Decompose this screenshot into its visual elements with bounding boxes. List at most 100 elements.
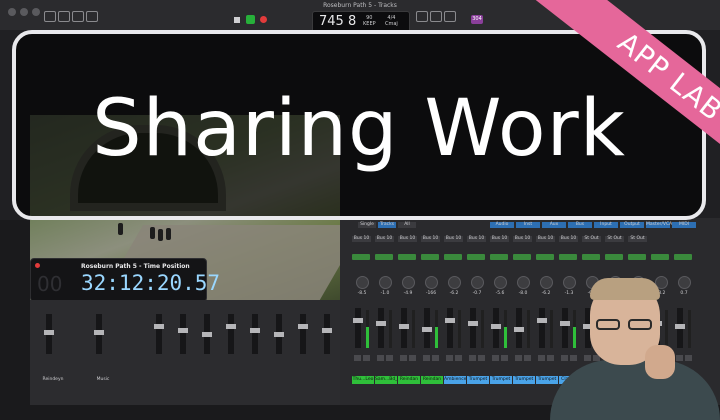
fader-cap[interactable] bbox=[226, 324, 236, 329]
send-slot[interactable]: Bus 10 bbox=[559, 236, 578, 242]
time-position-window[interactable]: Roseburn Path 5 - Time Position 00 32:12… bbox=[30, 258, 220, 302]
send-slot[interactable]: Bus 10 bbox=[375, 236, 394, 242]
plugin-slot[interactable] bbox=[421, 254, 439, 260]
mixer-view-tab[interactable]: All bbox=[398, 222, 416, 228]
mute-button[interactable] bbox=[400, 355, 407, 361]
solo-button[interactable] bbox=[432, 355, 439, 361]
mixer-filter-tab[interactable]: Aux bbox=[542, 222, 566, 228]
send-slot[interactable]: St Out bbox=[582, 236, 601, 242]
close-window-icon[interactable] bbox=[8, 8, 16, 16]
pan-knob[interactable] bbox=[448, 276, 461, 289]
mixer-filter-tab[interactable]: Bus bbox=[568, 222, 592, 228]
plugin-slot[interactable] bbox=[398, 254, 416, 260]
library-icon[interactable] bbox=[44, 11, 56, 22]
pan-knob[interactable] bbox=[517, 276, 530, 289]
channel-name[interactable]: Ambience bbox=[444, 376, 466, 384]
fader-cap[interactable] bbox=[399, 324, 409, 329]
solo-button[interactable] bbox=[501, 355, 508, 361]
mixer-view-tab[interactable]: Tracks bbox=[378, 222, 396, 228]
send-slot[interactable]: Bus 10 bbox=[444, 236, 463, 242]
pan-knob[interactable] bbox=[425, 276, 438, 289]
plugin-slot[interactable] bbox=[444, 254, 462, 260]
channel-name[interactable]: Reindeyn bbox=[38, 376, 68, 384]
mixer-view-tab[interactable]: Single bbox=[358, 222, 376, 228]
pan-knob[interactable] bbox=[379, 276, 392, 289]
solo-button[interactable] bbox=[363, 355, 370, 361]
plugin-slot[interactable] bbox=[352, 254, 370, 260]
mute-button[interactable] bbox=[423, 355, 430, 361]
plugin-slot[interactable] bbox=[559, 254, 577, 260]
plugin-slot[interactable] bbox=[582, 254, 600, 260]
mixer-filter-tab[interactable]: Master/VCA bbox=[646, 222, 672, 228]
send-slot[interactable]: St Out bbox=[628, 236, 647, 242]
close-icon[interactable] bbox=[35, 263, 40, 268]
send-slot[interactable]: Bus 10 bbox=[467, 236, 486, 242]
smart-controls-icon[interactable] bbox=[86, 11, 98, 22]
fader-cap[interactable] bbox=[514, 327, 524, 332]
mute-button[interactable] bbox=[354, 355, 361, 361]
channel-name[interactable]: Reindan bbox=[421, 376, 443, 384]
send-slot[interactable]: Bus 10 bbox=[352, 236, 371, 242]
plugin-slot[interactable] bbox=[467, 254, 485, 260]
plugin-slot[interactable] bbox=[513, 254, 531, 260]
pan-knob[interactable] bbox=[494, 276, 507, 289]
send-slot[interactable]: St Out bbox=[605, 236, 624, 242]
fader-cap[interactable] bbox=[445, 318, 455, 323]
fader-cap[interactable] bbox=[274, 332, 284, 337]
inspector-icon[interactable] bbox=[58, 11, 70, 22]
toolbar-icon[interactable] bbox=[72, 11, 84, 22]
channel-name[interactable]: Music bbox=[88, 376, 118, 384]
solo-button[interactable] bbox=[386, 355, 393, 361]
fader-cap[interactable] bbox=[422, 327, 432, 332]
channel-name[interactable]: Trumpet bbox=[490, 376, 512, 384]
fader-cap[interactable] bbox=[250, 328, 260, 333]
solo-button[interactable] bbox=[455, 355, 462, 361]
plugin-slot[interactable] bbox=[490, 254, 508, 260]
fader-cap[interactable] bbox=[322, 328, 332, 333]
pan-knob[interactable] bbox=[471, 276, 484, 289]
solo-button[interactable] bbox=[478, 355, 485, 361]
mixer-filter-tab[interactable]: Output bbox=[620, 222, 644, 228]
mute-button[interactable] bbox=[492, 355, 499, 361]
channel-name[interactable]: Reindan bbox=[398, 376, 420, 384]
pan-knob[interactable] bbox=[402, 276, 415, 289]
send-slot[interactable]: Bus 10 bbox=[490, 236, 509, 242]
volume-fader[interactable] bbox=[300, 314, 306, 354]
volume-fader[interactable] bbox=[447, 308, 453, 348]
fader-cap[interactable] bbox=[94, 330, 104, 335]
volume-fader[interactable] bbox=[378, 308, 384, 348]
volume-fader[interactable] bbox=[324, 314, 330, 354]
volume-fader[interactable] bbox=[228, 314, 234, 354]
stop-button[interactable] bbox=[234, 17, 240, 23]
send-slot[interactable]: Bus 10 bbox=[398, 236, 417, 242]
tuner-icon[interactable] bbox=[430, 11, 442, 22]
channel-name[interactable]: Trumpet bbox=[513, 376, 535, 384]
plugin-slot[interactable] bbox=[628, 254, 646, 260]
fader-cap[interactable] bbox=[468, 321, 478, 326]
fader-cap[interactable] bbox=[44, 330, 54, 335]
mute-button[interactable] bbox=[446, 355, 453, 361]
mixer-filter-tab[interactable]: Audio bbox=[490, 222, 514, 228]
solo-icon[interactable] bbox=[444, 11, 456, 22]
solo-button[interactable] bbox=[524, 355, 531, 361]
fader-cap[interactable] bbox=[353, 318, 363, 323]
send-slot[interactable]: Bus 10 bbox=[536, 236, 555, 242]
plugin-slot[interactable] bbox=[674, 254, 692, 260]
plugin-slot[interactable] bbox=[605, 254, 623, 260]
fader-cap[interactable] bbox=[178, 328, 188, 333]
play-button[interactable] bbox=[246, 15, 255, 24]
fader-cap[interactable] bbox=[491, 324, 501, 329]
mixer-filter-tab[interactable]: Inst bbox=[516, 222, 540, 228]
fader-cap[interactable] bbox=[154, 324, 164, 329]
minimize-window-icon[interactable] bbox=[20, 8, 28, 16]
mixer-filter-tab[interactable]: MIDI bbox=[672, 222, 696, 228]
plugin-slot[interactable] bbox=[375, 254, 393, 260]
cpu-badge[interactable]: 304 bbox=[471, 15, 483, 24]
volume-fader[interactable] bbox=[355, 308, 361, 348]
zoom-window-icon[interactable] bbox=[32, 8, 40, 16]
plugin-slot[interactable] bbox=[536, 254, 554, 260]
channel-name[interactable]: Sam...Bd_2 bbox=[375, 376, 397, 384]
solo-button[interactable] bbox=[409, 355, 416, 361]
volume-fader[interactable] bbox=[470, 308, 476, 348]
plugin-slot[interactable] bbox=[651, 254, 669, 260]
